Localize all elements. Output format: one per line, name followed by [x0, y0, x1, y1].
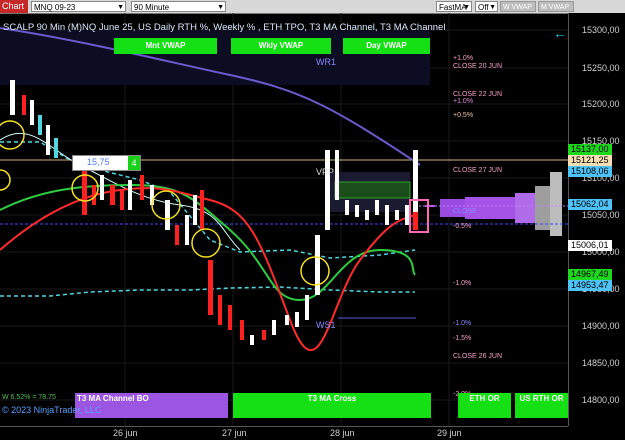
info-box: 15,75 4 — [72, 155, 141, 171]
level-label: CLOSE 20 JUN — [453, 63, 503, 70]
info-box-value: 15,75 — [87, 157, 110, 167]
price-chart[interactable] — [0, 13, 568, 426]
us-rth-or-button[interactable]: US RTH OR — [515, 393, 568, 418]
level-label: +0.5% — [453, 112, 474, 119]
pivot-vpp: VPP — [316, 167, 335, 177]
pivot-wr1: WR1 — [316, 57, 336, 67]
level-label: CLOSE 26 JUN — [453, 353, 503, 360]
w-vwap-button[interactable]: W VWAP — [500, 1, 536, 12]
level-label: -1.5% — [453, 335, 472, 342]
level-label: -1.0% — [453, 280, 472, 287]
x-label-26-jun: 26 jun — [113, 428, 138, 438]
chevron-down-icon: ▼ — [117, 4, 124, 11]
day-vwap-button[interactable]: Day VWAP — [343, 38, 430, 54]
toggle-label: Off — [478, 3, 489, 12]
y-axis-label: 15250,00 — [582, 63, 620, 73]
y-axis-label: 15300,00 — [582, 25, 620, 35]
level-label: CLOSE 22 JUN — [453, 91, 503, 98]
chevron-down-icon: ▼ — [217, 4, 224, 11]
pivot-ws1: WS1 — [316, 320, 336, 330]
t3-ma-cross-button[interactable]: T3 MA Cross — [233, 393, 431, 418]
toolbar: Chart MNQ 09-23 ▼ 90 Minute ▼ FastMA ▼ Off ▼… — [0, 0, 625, 14]
y-axis-label: 14900,00 — [582, 321, 620, 331]
chevron-down-icon: ▼ — [463, 4, 470, 11]
stat-readout: W 6.52% = 78.75 — [2, 394, 56, 401]
instrument-label: MNQ 09-23 — [34, 3, 76, 12]
copyright-text: © 2023 NinjaTrader, LLC — [2, 405, 102, 415]
period-label: 90 Minute — [134, 3, 170, 12]
level-label: CLOSE 27 JUN — [453, 167, 503, 174]
t3-channel-bo-label: T3 MA Channel BO — [77, 394, 149, 403]
price-tag: 15062,04 — [568, 199, 612, 210]
chart-title: SCALP 90 Min (M)NQ June 25, US Daily RTH… — [3, 22, 446, 33]
m-vwap-button[interactable]: M VWAP — [538, 1, 574, 12]
x-label-27-jun: 27 jun — [222, 428, 247, 438]
period-selector[interactable]: 90 Minute ▼ — [131, 1, 226, 12]
back-arrow-icon[interactable]: ← — [553, 25, 567, 41]
chevron-down-icon: ▼ — [489, 4, 496, 11]
price-tag: 15108,06 — [568, 166, 612, 177]
candles — [10, 80, 418, 345]
wkly-vwap-button[interactable]: Wkly VWAP — [231, 38, 331, 54]
y-axis-label: 14850,00 — [582, 358, 620, 368]
mnt-vwap-button[interactable]: Mnt VWAP — [114, 38, 217, 54]
toggle-selector[interactable]: Off ▼ — [475, 1, 498, 12]
price-tag: 15137,00 — [568, 144, 612, 155]
y-axis-label: 15050,00 — [582, 210, 620, 220]
y-axis-label: 15200,00 — [582, 99, 620, 109]
chart-tab[interactable]: Chart — [0, 0, 28, 13]
price-tag: 14953,47 — [568, 280, 612, 291]
info-box-count: 4 — [128, 156, 140, 170]
price-tag: 15121,25 — [568, 155, 612, 166]
x-label-28-jun: 28 jun — [330, 428, 355, 438]
price-tag: 15006,01 — [568, 240, 612, 251]
time-axis — [0, 426, 568, 440]
y-axis-label: 14800,00 — [582, 395, 620, 405]
level-label: +1.0% — [453, 98, 474, 105]
level-label: -0.5% — [453, 223, 472, 230]
x-label-29-jun: 29 jun — [437, 428, 462, 438]
level-label: CLOSE — [453, 208, 477, 215]
volume-profile — [425, 172, 562, 236]
level-label: -1.0% — [453, 320, 472, 327]
level-label: +1.0% — [453, 55, 474, 62]
eth-or-button[interactable]: ETH OR — [458, 393, 511, 418]
instrument-selector[interactable]: MNQ 09-23 ▼ — [31, 1, 126, 12]
price-tag: 14967,49 — [568, 269, 612, 280]
indicator-selector[interactable]: FastMA ▼ — [436, 1, 472, 12]
